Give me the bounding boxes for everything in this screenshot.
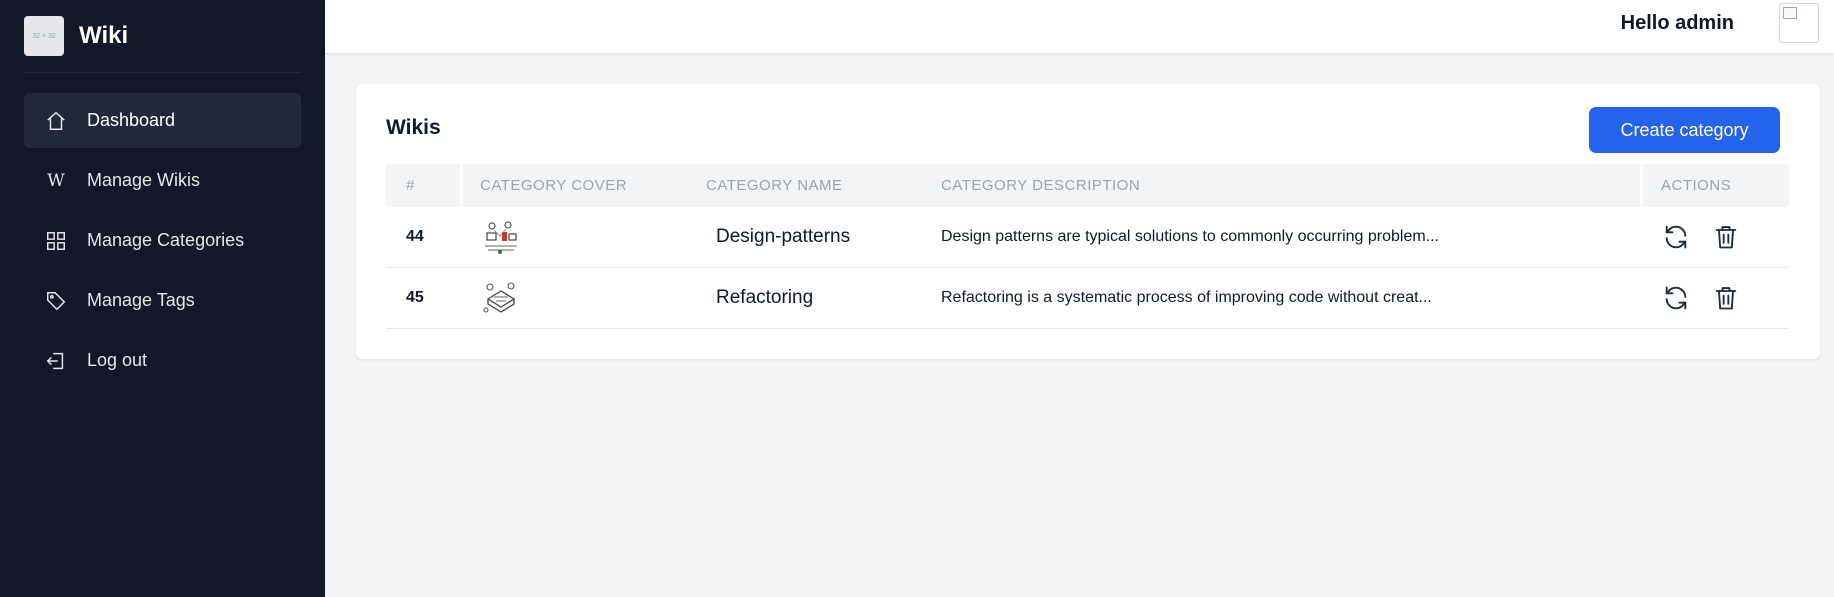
trash-icon[interactable]: [1711, 222, 1741, 252]
column-header-id: #: [406, 177, 415, 194]
category-description: Design patterns are typical solutions to…: [941, 228, 1439, 245]
sidebar: 32 × 32 Wiki Dashboard W Manage Wikis Ma…: [0, 0, 325, 597]
sidebar-nav: Dashboard W Manage Wikis Manage Categori…: [0, 93, 325, 388]
design-patterns-cover-image: [482, 220, 520, 254]
grid-icon: [44, 229, 68, 253]
topbar: Hello admin: [325, 0, 1834, 53]
tag-icon: [44, 289, 68, 313]
sidebar-item-label: Dashboard: [87, 110, 176, 130]
trash-icon[interactable]: [1711, 283, 1741, 313]
brand-title: Wiki: [79, 22, 129, 49]
page-title: Wikis: [386, 116, 441, 139]
logo-placeholder: 32 × 32: [24, 16, 64, 56]
table-header: # Category cover Category name Category …: [386, 164, 1789, 207]
category-name: Design-patterns: [716, 226, 851, 247]
column-header-cover: Category cover: [480, 177, 628, 194]
category-cover-cell: [480, 268, 522, 328]
sidebar-item-manage-wikis[interactable]: W Manage Wikis: [24, 153, 301, 208]
row-id: 45: [406, 289, 424, 306]
table-row: 44 Design-patterns Design patterns are t…: [386, 207, 1789, 268]
logout-icon: [44, 349, 68, 373]
sidebar-item-label: Log out: [87, 350, 148, 370]
column-header-actions: Actions: [1661, 177, 1732, 194]
table-row: 45 Refactoring Refactoring is a systemat…: [386, 268, 1789, 329]
row-actions: [1661, 268, 1741, 328]
row-id: 44: [406, 228, 424, 245]
header-divider: [460, 164, 463, 207]
sidebar-item-label: Manage Tags: [87, 290, 195, 310]
create-category-button[interactable]: Create category: [1589, 107, 1780, 153]
column-header-description: Category description: [941, 177, 1141, 194]
refresh-icon[interactable]: [1661, 283, 1691, 313]
brand: 32 × 32 Wiki: [24, 0, 301, 73]
sidebar-item-manage-categories[interactable]: Manage Categories: [24, 213, 301, 268]
category-description: Refactoring is a systematic process of i…: [941, 289, 1432, 306]
category-cover-cell: [480, 207, 522, 267]
row-actions: [1661, 207, 1741, 267]
user-avatar[interactable]: [1779, 3, 1819, 43]
wikis-card: Wikis Create category # Category cover C…: [356, 84, 1820, 359]
refresh-icon[interactable]: [1661, 222, 1691, 252]
sidebar-item-log-out[interactable]: Log out: [24, 333, 301, 388]
sidebar-item-manage-tags[interactable]: Manage Tags: [24, 273, 301, 328]
sidebar-item-label: Manage Wikis: [87, 170, 201, 190]
column-header-name: Category name: [706, 177, 843, 194]
category-name: Refactoring: [716, 287, 814, 308]
user-greeting: Hello admin: [1620, 12, 1734, 34]
sidebar-item-dashboard[interactable]: Dashboard: [24, 93, 301, 148]
refactoring-cover-image: [482, 281, 520, 315]
wikipedia-w-icon: W: [47, 170, 65, 191]
header-divider: [1640, 164, 1643, 207]
home-icon: [44, 109, 68, 133]
sidebar-item-label: Manage Categories: [87, 230, 245, 250]
categories-table: # Category cover Category name Category …: [386, 164, 1789, 329]
